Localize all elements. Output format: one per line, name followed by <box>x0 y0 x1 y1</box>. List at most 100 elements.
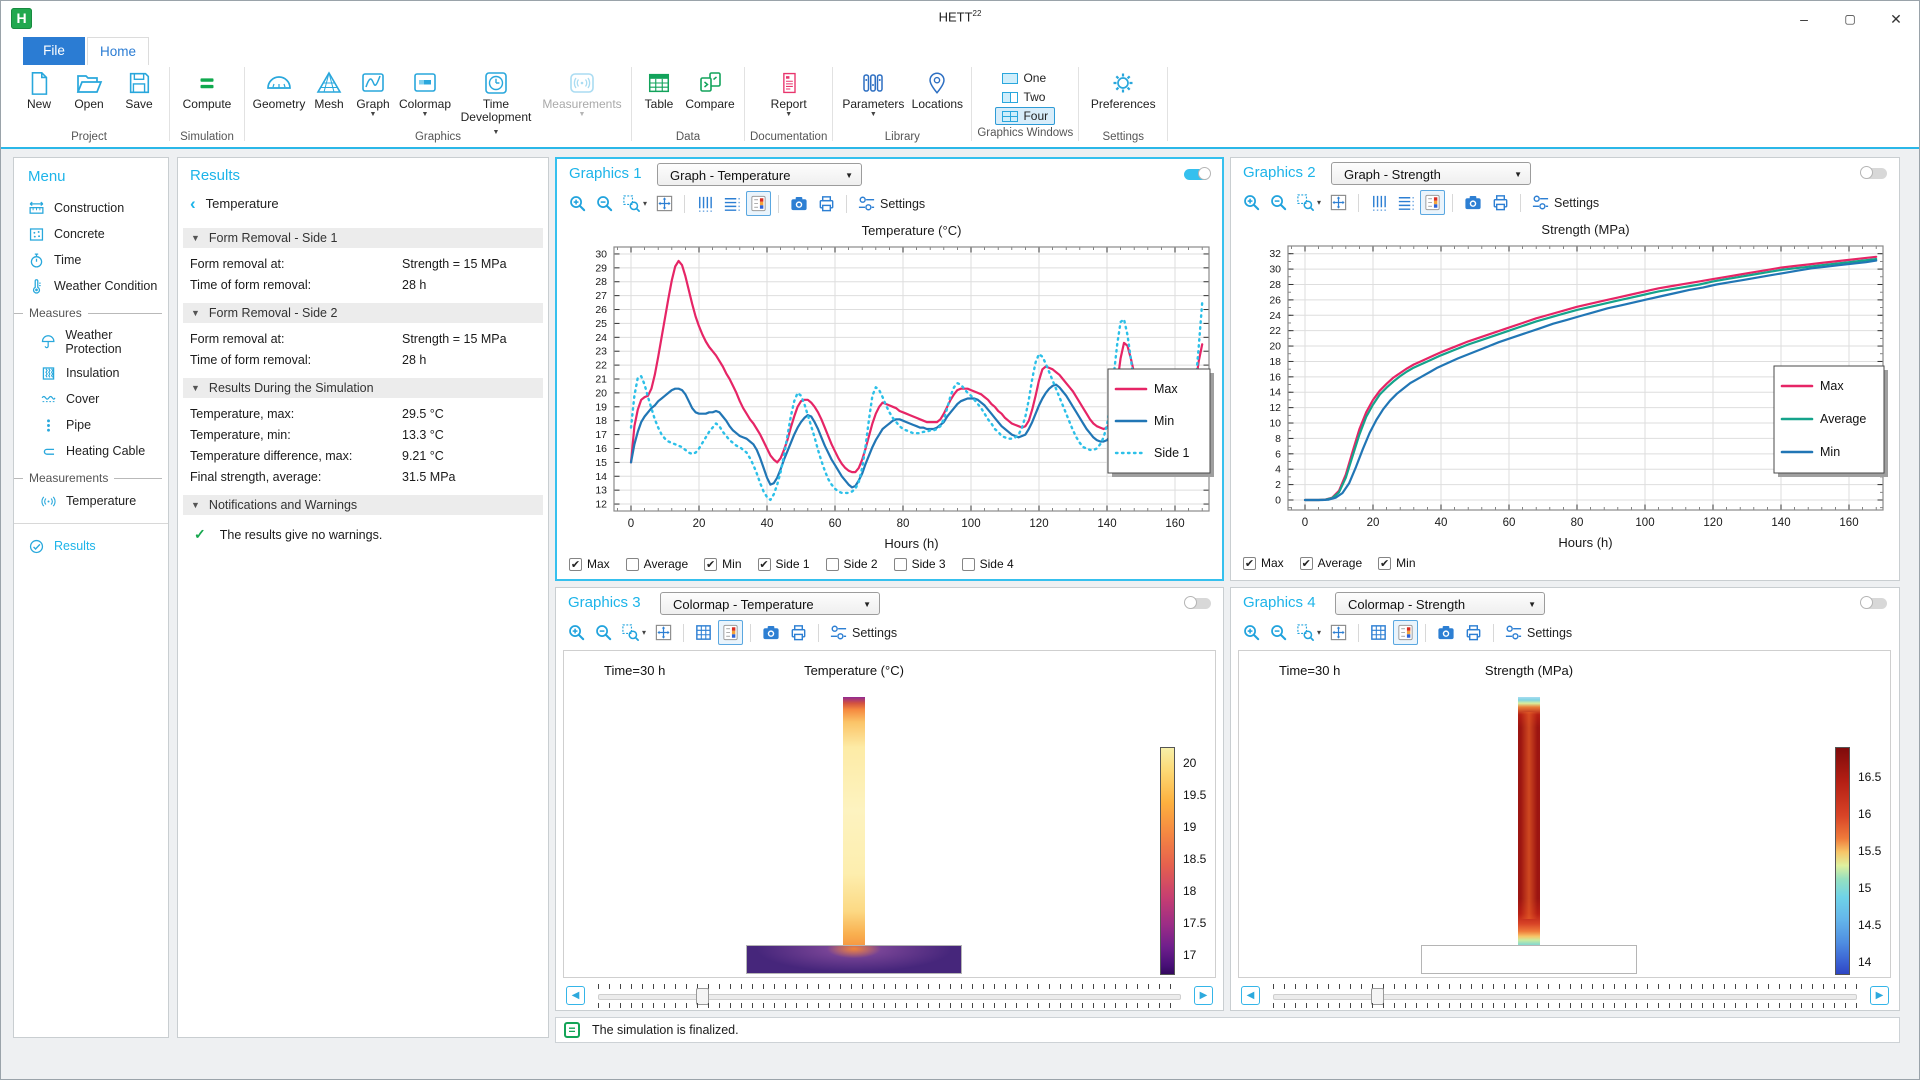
report-button[interactable]: Report ▼ <box>759 65 819 119</box>
slider-track[interactable] <box>598 994 1181 1000</box>
time-development-caret[interactable]: ▼ <box>493 129 500 136</box>
sidebar-item-construction[interactable]: Construction <box>14 195 168 221</box>
fit-view-icon[interactable] <box>651 620 676 645</box>
temperature-chart[interactable]: 0204060801001201401601213141516171819202… <box>564 221 1217 553</box>
checkbox-min[interactable]: ✔Min <box>704 557 741 571</box>
preferences-button[interactable]: Preferences <box>1084 65 1162 111</box>
zoom-in-icon[interactable] <box>1239 190 1264 215</box>
save-button[interactable]: Save <box>114 65 164 111</box>
geometry-button[interactable]: Geometry <box>250 65 308 111</box>
sidebar-item-concrete[interactable]: Concrete <box>14 221 168 247</box>
zoom-in-icon[interactable] <box>1239 620 1264 645</box>
sidebar-item-heating-cable[interactable]: Heating Cable <box>14 438 168 464</box>
open-button[interactable]: Open <box>64 65 114 111</box>
checkbox-box[interactable] <box>626 558 639 571</box>
mesh-button[interactable]: Mesh <box>308 65 350 111</box>
colormap-dropdown-caret[interactable]: ▼ <box>422 111 429 119</box>
graphics-4-view-dropdown[interactable]: Colormap - Strength▼ <box>1335 592 1545 615</box>
sidebar-item-time[interactable]: Time <box>14 247 168 273</box>
tab-home[interactable]: Home <box>87 37 149 65</box>
checkbox-box[interactable]: ✔ <box>569 558 582 571</box>
fit-view-icon[interactable] <box>1326 620 1351 645</box>
settings-icon[interactable]: Settings <box>826 620 900 645</box>
checkbox-box[interactable]: ✔ <box>1378 557 1391 570</box>
checkbox-box[interactable]: ✔ <box>1243 557 1256 570</box>
zoom-box-icon[interactable]: ▾ <box>619 191 650 216</box>
new-button[interactable]: New <box>14 65 64 111</box>
colorbar-icon[interactable] <box>1420 190 1445 215</box>
graphics-2-view-dropdown[interactable]: Graph - Strength▼ <box>1331 162 1531 185</box>
y-grid-icon[interactable] <box>719 191 744 216</box>
back-to-temperature[interactable]: ‹Temperature <box>178 190 548 220</box>
section-header-results-during-simulation[interactable]: ▼Results During the Simulation <box>183 378 543 398</box>
strength-colormap-view[interactable]: Time=30 h Strength (MPa) 16.51615.51514.… <box>1238 650 1891 978</box>
checkbox-side-4[interactable]: Side 4 <box>962 557 1014 571</box>
sidebar-item-insulation[interactable]: Insulation <box>14 360 168 386</box>
graph-button[interactable]: Graph ▼ <box>350 65 396 119</box>
graphics-2-toggle[interactable] <box>1861 168 1887 179</box>
camera-icon[interactable] <box>1460 190 1486 215</box>
colorbar-icon[interactable] <box>746 191 771 216</box>
sidebar-item-weather-condition[interactable]: Weather Condition <box>14 273 168 299</box>
print-icon[interactable] <box>814 191 839 216</box>
colorbar-icon[interactable] <box>718 620 743 645</box>
fit-view-icon[interactable] <box>652 191 677 216</box>
checkbox-box[interactable] <box>962 558 975 571</box>
y-grid-icon[interactable] <box>1393 190 1418 215</box>
parameters-caret[interactable]: ▼ <box>870 111 877 119</box>
print-icon[interactable] <box>786 620 811 645</box>
sidebar-item-weather-protection[interactable]: Weather Protection <box>14 323 168 360</box>
zoom-in-icon[interactable] <box>565 191 590 216</box>
fit-view-icon[interactable] <box>1326 190 1351 215</box>
section-header-form-removal-2[interactable]: ▼Form Removal - Side 2 <box>183 303 543 323</box>
zoom-out-icon[interactable] <box>1266 190 1291 215</box>
grid-icon[interactable] <box>1366 620 1391 645</box>
section-header-notifications[interactable]: ▼Notifications and Warnings <box>183 495 543 515</box>
checkbox-max[interactable]: ✔Max <box>1243 556 1284 570</box>
checkbox-box[interactable]: ✔ <box>1300 557 1313 570</box>
compute-button[interactable]: Compute <box>175 65 239 111</box>
locations-button[interactable]: Locations <box>908 65 966 111</box>
print-icon[interactable] <box>1461 620 1486 645</box>
zoom-in-icon[interactable] <box>564 620 589 645</box>
report-caret[interactable]: ▼ <box>785 111 792 119</box>
camera-icon[interactable] <box>758 620 784 645</box>
temperature-colormap-view[interactable]: Time=30 h Temperature (°C) 2019.51918.51… <box>563 650 1216 978</box>
slider-step-back-button[interactable]: ◀ <box>1241 986 1260 1005</box>
zoom-box-icon[interactable]: ▾ <box>1293 190 1324 215</box>
zoom-box-icon[interactable]: ▾ <box>618 620 649 645</box>
table-button[interactable]: Table <box>637 65 681 111</box>
camera-icon[interactable] <box>786 191 812 216</box>
checkbox-box[interactable] <box>826 558 839 571</box>
slider-track[interactable] <box>1273 994 1857 1000</box>
settings-icon[interactable]: Settings <box>1501 620 1575 645</box>
checkbox-side-3[interactable]: Side 3 <box>894 557 946 571</box>
checkbox-side-2[interactable]: Side 2 <box>826 557 878 571</box>
x-grid-icon[interactable] <box>1366 190 1391 215</box>
sidebar-item-results[interactable]: Results <box>14 533 168 559</box>
graph-dropdown-caret[interactable]: ▼ <box>370 111 377 119</box>
grid-icon[interactable] <box>691 620 716 645</box>
parameters-button[interactable]: Parameters ▼ <box>838 65 908 119</box>
checkbox-side-1[interactable]: ✔Side 1 <box>758 557 810 571</box>
slider-step-forward-button[interactable]: ▶ <box>1194 986 1213 1005</box>
sidebar-item-pipe[interactable]: Pipe <box>14 412 168 438</box>
sidebar-item-temperature[interactable]: Temperature <box>14 488 168 514</box>
slider-step-back-button[interactable]: ◀ <box>566 986 585 1005</box>
zoom-box-icon[interactable]: ▾ <box>1293 620 1324 645</box>
time-development-button[interactable]: Time Development ▼ <box>454 65 538 137</box>
zoom-out-icon[interactable] <box>592 191 617 216</box>
slider-step-forward-button[interactable]: ▶ <box>1870 986 1889 1005</box>
minimize-button[interactable]: – <box>1781 1 1827 37</box>
checkbox-average[interactable]: ✔Average <box>1300 556 1362 570</box>
maximize-button[interactable]: ▢ <box>1827 1 1873 37</box>
graphics-windows-two-button[interactable]: Two <box>995 88 1055 106</box>
checkbox-average[interactable]: Average <box>626 557 688 571</box>
graphics-1-toggle[interactable] <box>1184 169 1210 180</box>
graphics-windows-four-button[interactable]: Four <box>995 107 1055 125</box>
checkbox-box[interactable]: ✔ <box>758 558 771 571</box>
strength-chart[interactable]: 0204060801001201401600246810121416182022… <box>1238 220 1891 552</box>
graphics-3-view-dropdown[interactable]: Colormap - Temperature▼ <box>660 592 880 615</box>
compare-button[interactable]: Compare <box>681 65 739 111</box>
close-button[interactable]: ✕ <box>1873 1 1919 37</box>
